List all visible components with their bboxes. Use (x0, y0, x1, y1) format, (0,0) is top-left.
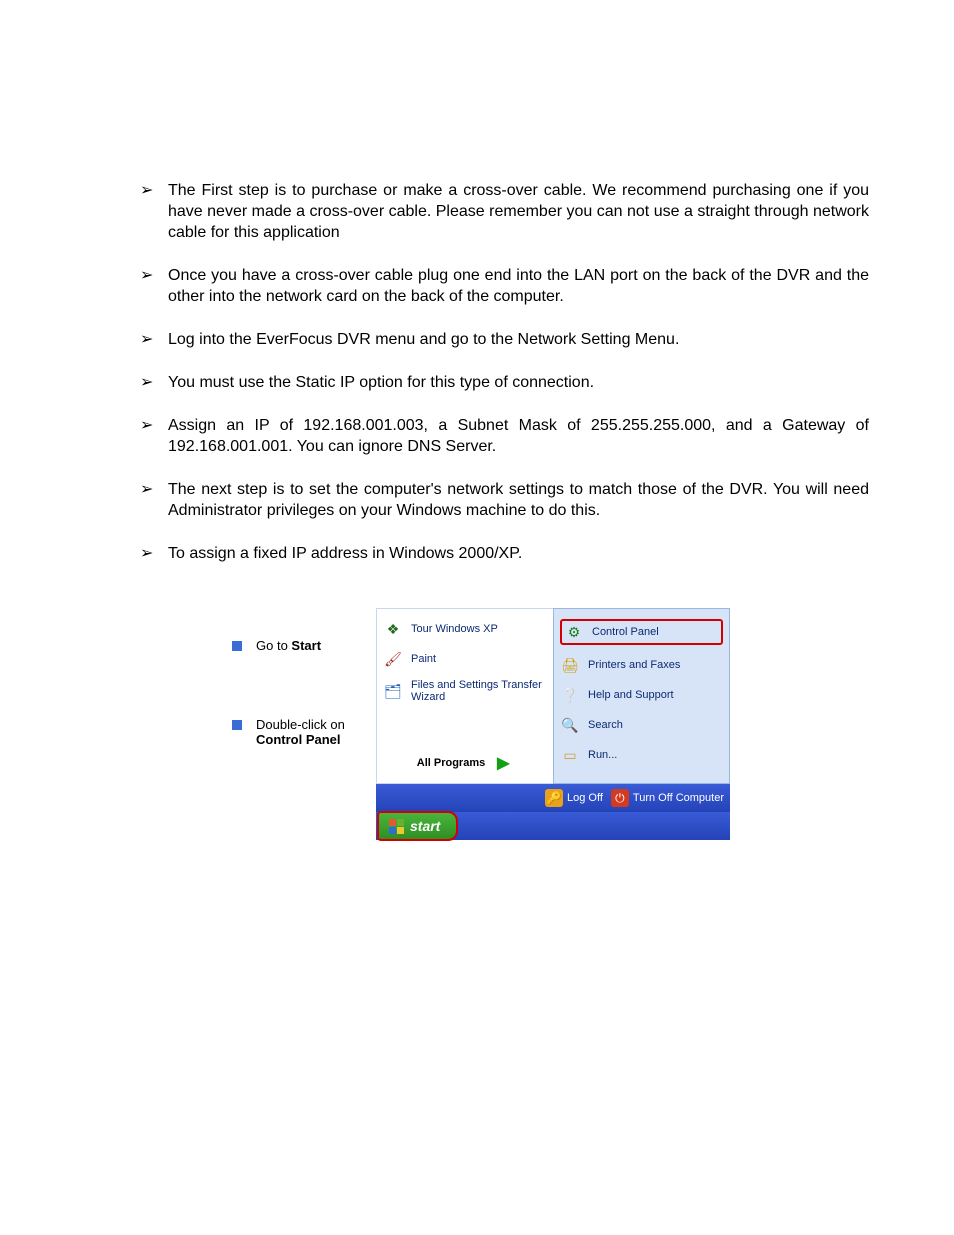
tour-icon: ❖ (383, 619, 403, 639)
instruction-item: The next step is to set the computer's n… (140, 479, 869, 521)
turn-off-computer-button[interactable]: ⏻ Turn Off Computer (611, 789, 724, 807)
menu-item-label: Files and Settings Transfer Wizard (411, 679, 547, 703)
instruction-item: You must use the Static IP option for th… (140, 372, 869, 393)
start-menu-body: ❖ Tour Windows XP 🖌 Paint 🗂 Files and Se… (376, 608, 730, 784)
side-step-2-line2: Control Panel (256, 732, 341, 747)
log-off-icon: 🔑 (545, 789, 563, 807)
menu-item-printers-faxes[interactable]: 🖨 Printers and Faxes (560, 655, 723, 675)
start-menu-figure: Go to Start Double-click on Control Pane… (222, 608, 730, 840)
menu-item-help-support[interactable]: ❔ Help and Support (560, 685, 723, 705)
start-menu-right-column: ⚙ Control Panel 🖨 Printers and Faxes ❔ H… (553, 608, 730, 784)
menu-item-all-programs[interactable]: All Programs ▶ (383, 753, 547, 773)
instruction-item: Assign an IP of 192.168.001.003, a Subne… (140, 415, 869, 457)
start-button[interactable]: start (377, 811, 458, 841)
menu-item-files-settings-transfer[interactable]: 🗂 Files and Settings Transfer Wizard (383, 679, 547, 703)
log-off-button[interactable]: 🔑 Log Off (545, 789, 603, 807)
document-page: The First step is to purchase or make a … (0, 0, 954, 1235)
side-step-1-prefix: Go to (256, 638, 291, 653)
search-icon: 🔍 (560, 715, 580, 735)
side-step-2: Double-click on Control Panel (232, 717, 373, 747)
printer-icon: 🖨 (560, 655, 580, 675)
footer-btn-label: Turn Off Computer (633, 792, 724, 804)
menu-item-label: Help and Support (588, 689, 674, 701)
menu-item-label: Printers and Faxes (588, 659, 680, 671)
menu-item-label: Control Panel (592, 626, 659, 638)
figure-side-steps: Go to Start Double-click on Control Pane… (222, 608, 376, 840)
bullet-square-icon (232, 641, 242, 651)
menu-item-search[interactable]: 🔍 Search (560, 715, 723, 735)
menu-item-paint[interactable]: 🖌 Paint (383, 649, 547, 669)
bullet-square-icon (232, 720, 242, 730)
menu-item-label: Tour Windows XP (411, 623, 498, 635)
menu-item-label: All Programs (417, 757, 485, 769)
menu-item-control-panel[interactable]: ⚙ Control Panel (560, 619, 723, 645)
side-step-2-text: Double-click on Control Panel (256, 717, 345, 747)
windows-flag-icon (389, 819, 404, 834)
instruction-item: Once you have a cross-over cable plug on… (140, 265, 869, 307)
control-panel-icon: ⚙ (564, 622, 584, 642)
paint-icon: 🖌 (383, 649, 403, 669)
side-step-2-line1: Double-click on (256, 717, 345, 732)
transfer-wizard-icon: 🗂 (383, 681, 403, 701)
power-icon: ⏻ (611, 789, 629, 807)
instruction-item: Log into the EverFocus DVR menu and go t… (140, 329, 869, 350)
play-arrow-icon: ▶ (493, 753, 513, 773)
instruction-list: The First step is to purchase or make a … (85, 180, 869, 564)
menu-item-label: Search (588, 719, 623, 731)
taskbar: start (376, 812, 730, 840)
side-step-1-text: Go to Start (256, 638, 321, 653)
menu-item-label: Paint (411, 653, 436, 665)
start-menu-left-column: ❖ Tour Windows XP 🖌 Paint 🗂 Files and Se… (376, 608, 553, 784)
start-button-label: start (410, 818, 440, 834)
footer-btn-label: Log Off (567, 792, 603, 804)
help-icon: ❔ (560, 685, 580, 705)
menu-item-label: Run... (588, 749, 617, 761)
instruction-item: The First step is to purchase or make a … (140, 180, 869, 243)
instruction-item: To assign a fixed IP address in Windows … (140, 543, 869, 564)
run-icon: ▭ (560, 745, 580, 765)
menu-item-run[interactable]: ▭ Run... (560, 745, 723, 765)
xp-start-menu: ❖ Tour Windows XP 🖌 Paint 🗂 Files and Se… (376, 608, 730, 840)
side-step-1: Go to Start (232, 638, 373, 653)
start-menu-footer: 🔑 Log Off ⏻ Turn Off Computer (376, 784, 730, 812)
side-step-1-bold: Start (291, 638, 321, 653)
menu-item-tour-windows-xp[interactable]: ❖ Tour Windows XP (383, 619, 547, 639)
